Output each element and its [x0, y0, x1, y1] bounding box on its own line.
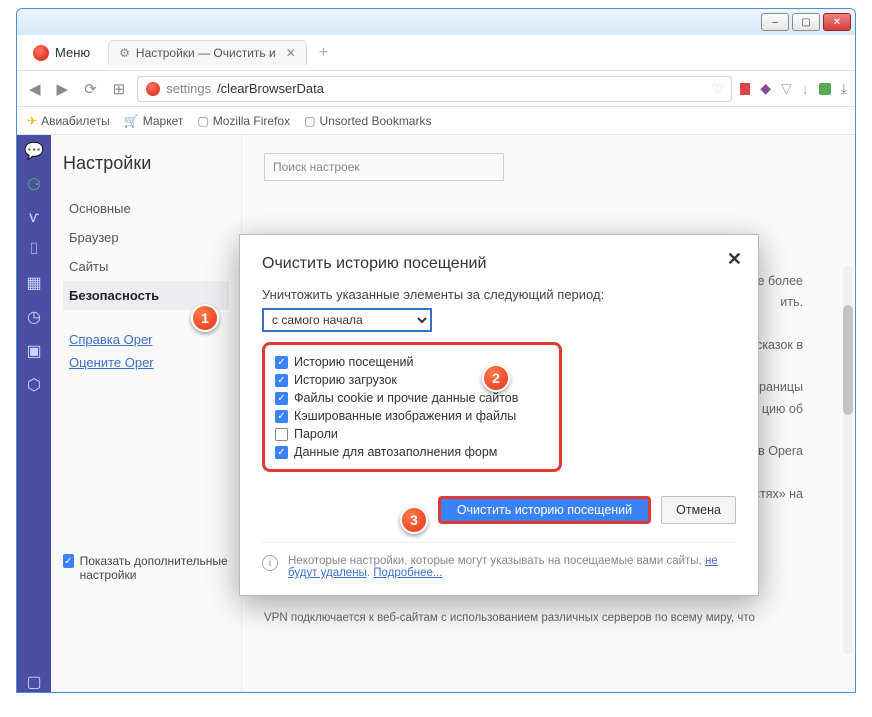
- dialog-close-button[interactable]: ✕: [727, 249, 742, 270]
- opt-autofill[interactable]: ✓Данные для автозаполнения форм: [275, 443, 549, 461]
- browser-window: – ▢ ✕ Меню ⚙ Настройки — Очистить и ✕ + …: [16, 8, 856, 693]
- tab-settings[interactable]: ⚙ Настройки — Очистить и ✕: [108, 40, 307, 65]
- page-title: Настройки: [63, 153, 229, 174]
- rate-link[interactable]: Оцените Oper: [63, 351, 229, 374]
- back-icon[interactable]: ◀: [25, 76, 45, 102]
- nav-item-browser[interactable]: Браузер: [63, 223, 229, 252]
- tab-title: Настройки — Очистить и: [136, 46, 276, 60]
- new-tab-button[interactable]: +: [313, 42, 334, 64]
- adblock-icon[interactable]: [740, 83, 750, 95]
- opt-passwords[interactable]: Пароли: [275, 425, 549, 443]
- opera-icon: [146, 82, 160, 96]
- period-select[interactable]: с самого начала: [262, 308, 432, 332]
- bookmark-item[interactable]: ✈Авиабилеты: [27, 114, 110, 128]
- shield-icon[interactable]: ▽: [781, 80, 792, 97]
- settings-search-input[interactable]: Поиск настроек: [264, 153, 504, 181]
- scrollbar[interactable]: [843, 265, 853, 655]
- reload-icon[interactable]: ⟳: [80, 76, 101, 102]
- gear-icon: ⚙: [119, 46, 130, 60]
- whatsapp-icon[interactable]: ⚆: [27, 175, 41, 195]
- scrollbar-thumb[interactable]: [843, 305, 853, 415]
- tab-close-icon[interactable]: ✕: [286, 46, 296, 60]
- toolbar: ◀ ▶ ⟳ ⊞ settings/clearBrowserData ♡ ◆ ▽ …: [17, 71, 855, 107]
- heart-icon[interactable]: ♡: [712, 81, 724, 97]
- info-icon: i: [262, 555, 278, 571]
- apps-icon[interactable]: ⊞: [109, 76, 130, 102]
- maximize-button[interactable]: ▢: [792, 13, 820, 31]
- tab-strip: Меню ⚙ Настройки — Очистить и ✕ +: [17, 35, 855, 71]
- annotation-badge-3: 3: [400, 506, 428, 534]
- annotation-badge-1: 1: [191, 304, 219, 332]
- opt-cookies[interactable]: ✓Файлы cookie и прочие данные сайтов: [275, 389, 549, 407]
- grid-icon[interactable]: ▦: [26, 273, 41, 293]
- address-bar[interactable]: settings/clearBrowserData ♡: [137, 76, 732, 102]
- opt-cache[interactable]: ✓Кэшированные изображения и файлы: [275, 407, 549, 425]
- bookmark-item[interactable]: ▢Mozilla Firefox: [197, 114, 290, 128]
- dialog-note: i Некоторые настройки, которые могут ука…: [262, 542, 736, 579]
- cancel-button[interactable]: Отмена: [661, 496, 736, 524]
- minimize-button[interactable]: –: [761, 13, 789, 31]
- clear-data-dialog: ✕ Очистить историю посещений Уничтожить …: [239, 234, 759, 596]
- toolbar-right: ◆ ▽ ↓ ⤓: [740, 80, 847, 97]
- options-group: ✓Историю посещений ✓Историю загрузок ✓Фа…: [262, 342, 562, 472]
- dialog-label: Уничтожить указанные элементы за следующ…: [262, 287, 736, 302]
- ext2-icon[interactable]: [819, 83, 831, 95]
- bookmark-icon[interactable]: ▣: [26, 341, 41, 361]
- opt-history[interactable]: ✓Историю посещений: [275, 353, 549, 371]
- dialog-title: Очистить историю посещений: [262, 255, 736, 273]
- annotation-badge-2: 2: [482, 364, 510, 392]
- downloads-icon[interactable]: ⤓: [841, 80, 847, 97]
- camera-icon[interactable]: ⌷: [29, 241, 39, 259]
- bookmarks-bar: ✈Авиабилеты 🛒Маркет ▢Mozilla Firefox ▢Un…: [17, 107, 855, 135]
- clear-button[interactable]: Очистить историю посещений: [438, 496, 651, 524]
- nav-item-basic[interactable]: Основные: [63, 194, 229, 223]
- learn-more-link[interactable]: Подробнее...: [373, 567, 442, 579]
- nav-item-sites[interactable]: Сайты: [63, 252, 229, 281]
- messenger-icon[interactable]: 💬: [24, 141, 44, 161]
- settings-nav: Настройки Основные Браузер Сайты Безопас…: [51, 135, 241, 692]
- addr-prefix: settings: [166, 81, 211, 96]
- opera-icon: [33, 45, 49, 61]
- bookmark-item[interactable]: 🛒Маркет: [124, 114, 184, 128]
- close-window-button[interactable]: ✕: [823, 13, 851, 31]
- bookmark-item[interactable]: ▢Unsorted Bookmarks: [304, 114, 431, 128]
- menu-label: Меню: [55, 45, 90, 60]
- addr-path: /clearBrowserData: [217, 81, 324, 96]
- sidebar: 💬 ⚆ ⱱ ⌷ ▦ ◷ ▣ ⬡ ▢: [17, 135, 51, 692]
- clock-icon[interactable]: ◷: [27, 307, 41, 327]
- vk-icon[interactable]: ⱱ: [29, 209, 39, 227]
- collapse-icon[interactable]: ▢: [26, 672, 41, 692]
- show-advanced-checkbox[interactable]: ✓ Показать дополнительные настройки: [63, 554, 229, 582]
- ext-icon[interactable]: ◆: [760, 80, 771, 97]
- download-icon[interactable]: ↓: [802, 81, 809, 97]
- checkbox-icon: ✓: [63, 554, 74, 568]
- menu-button[interactable]: Меню: [23, 41, 100, 65]
- titlebar: – ▢ ✕: [17, 9, 855, 35]
- box-icon[interactable]: ⬡: [27, 375, 41, 395]
- forward-icon[interactable]: ▶: [53, 76, 73, 102]
